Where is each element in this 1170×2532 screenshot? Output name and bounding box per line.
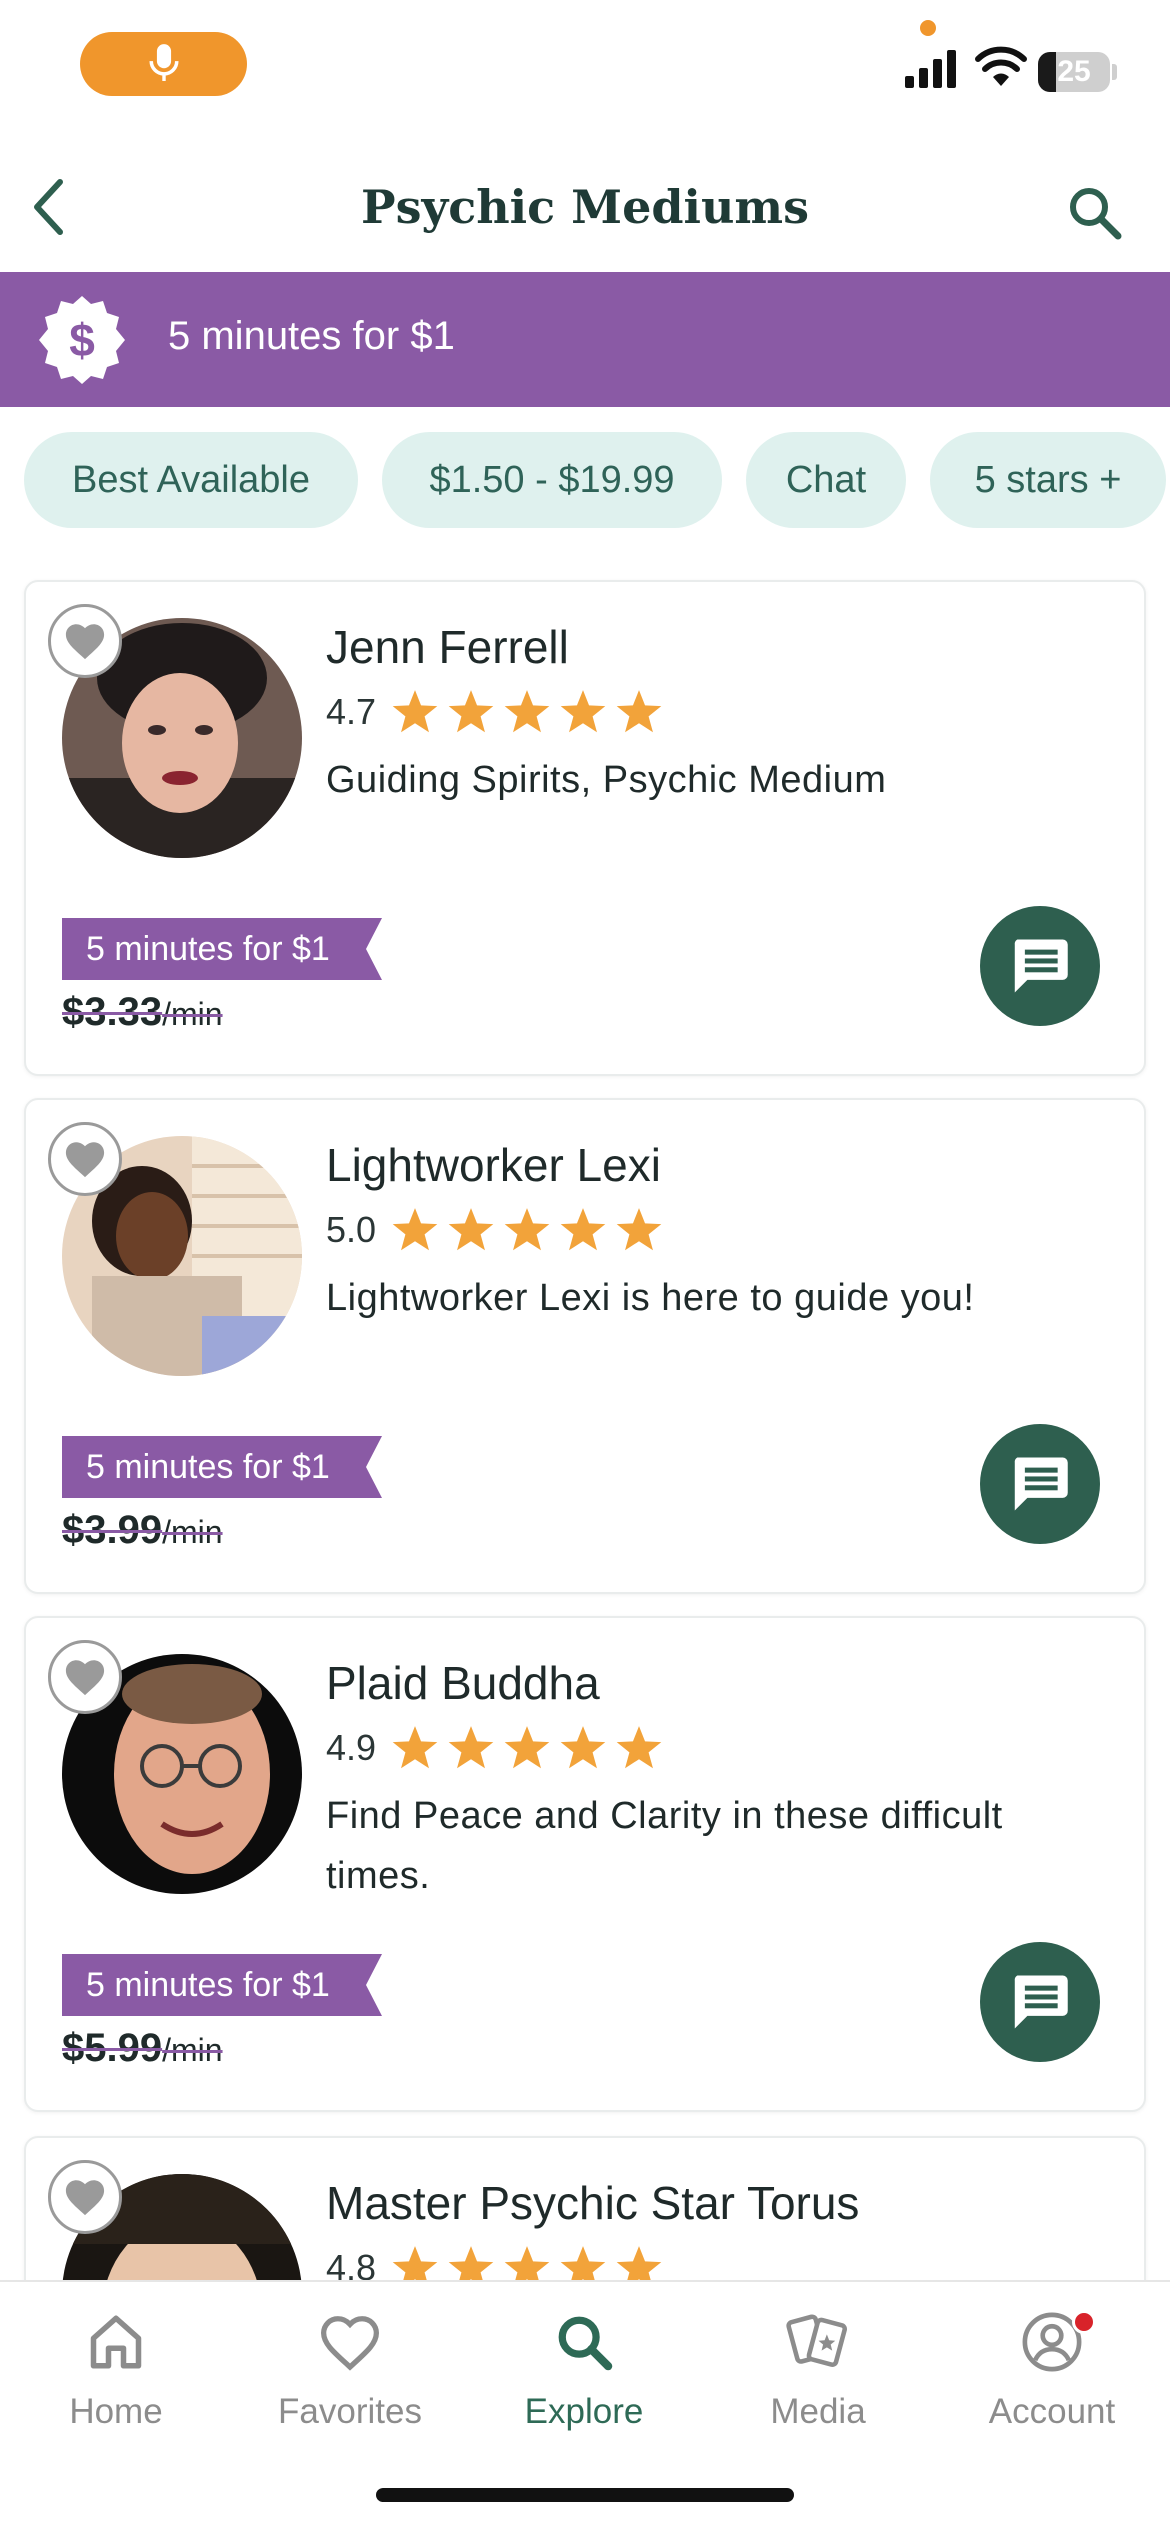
star-icon — [448, 690, 494, 733]
rating-row: 4.7 — [326, 688, 664, 736]
rating-value: 4.9 — [326, 1727, 377, 1768]
microphone-icon — [148, 44, 179, 81]
price: $3.99 /min — [62, 1508, 223, 1553]
promo-ribbon: 5 minutes for $1 — [62, 918, 382, 980]
favorite-button[interactable] — [48, 1122, 122, 1196]
header: Psychic Mediums — [0, 150, 1170, 270]
reader-card[interactable]: Lightworker Lexi 5.0 Lightworker Lexi is… — [24, 1098, 1146, 1594]
promo-ribbon: 5 minutes for $1 — [62, 1954, 382, 2016]
price-value: $5.99 — [62, 2026, 163, 2070]
rating-value: 5.0 — [326, 1209, 377, 1250]
favorite-button[interactable] — [48, 1640, 122, 1714]
chat-bubble-icon — [1014, 1457, 1068, 1511]
dollar-badge-icon: $ — [39, 296, 125, 384]
search-icon — [1070, 188, 1122, 240]
reader-name[interactable]: Jenn Ferrell — [326, 620, 569, 674]
svg-text:$: $ — [69, 314, 95, 366]
reader-card[interactable]: Jenn Ferrell 4.7 Guiding Spirits, Psychi… — [24, 580, 1146, 1076]
heart-icon — [320, 2316, 380, 2371]
reader-tagline: Lightworker Lexi is here to guide you! — [326, 1277, 975, 1319]
nav-item-media[interactable]: Media — [718, 2302, 918, 2432]
home-indicator[interactable] — [376, 2488, 794, 2502]
star-icon — [560, 1726, 606, 1769]
chat-bubble-icon — [1014, 1975, 1068, 2029]
heart-icon — [65, 1660, 105, 1696]
star-icon — [616, 690, 662, 733]
microphone-indicator[interactable] — [80, 32, 247, 96]
status-bar: 25 — [0, 0, 1170, 130]
rating-row: 5.0 — [326, 1206, 664, 1254]
nav-label: Favorites — [278, 2392, 422, 2431]
reader-tagline: Find Peace and Clarity in these difficul… — [326, 1795, 1003, 1897]
battery-level: 25 — [1057, 55, 1091, 88]
rating-row: 4.9 — [326, 1724, 664, 1772]
battery-tip — [1112, 64, 1117, 80]
reader-name[interactable]: Master Psychic Star Torus — [326, 2176, 859, 2230]
star-icon — [392, 1726, 438, 1769]
heart-icon — [65, 1142, 105, 1178]
star-icon — [560, 1208, 606, 1251]
heart-icon — [65, 2180, 105, 2216]
page-title: Psychic Mediums — [360, 180, 809, 234]
filter-chip-five-stars[interactable]: 5 stars + — [930, 432, 1166, 528]
reader-name[interactable]: Plaid Buddha — [326, 1656, 600, 1710]
notification-badge — [1072, 2310, 1096, 2334]
star-icon — [448, 1208, 494, 1251]
privacy-dot — [920, 20, 936, 36]
filter-chips: Best Available $1.50 - $19.99 Chat 5 sta… — [0, 432, 1170, 532]
price-value: $3.33 — [62, 990, 163, 1034]
star-icon — [504, 690, 550, 733]
nav-item-explore[interactable]: Explore — [484, 2302, 684, 2432]
search-button[interactable] — [1060, 178, 1130, 248]
promo-banner[interactable]: $ 5 minutes for $1 — [0, 272, 1170, 407]
battery-icon: 25 — [1038, 52, 1110, 92]
nav-label: Account — [988, 2392, 1116, 2431]
star-icon — [448, 1726, 494, 1769]
chat-button[interactable] — [980, 1424, 1100, 1544]
nav-item-favorites[interactable]: Favorites — [250, 2302, 450, 2432]
filter-chip-best-available[interactable]: Best Available — [24, 432, 358, 528]
price: $3.33 /min — [62, 990, 223, 1035]
star-icon — [392, 690, 438, 733]
chat-button[interactable] — [980, 1942, 1100, 2062]
chat-button[interactable] — [980, 906, 1100, 1026]
promo-banner-text: 5 minutes for $1 — [168, 314, 455, 358]
reader-name[interactable]: Lightworker Lexi — [326, 1138, 661, 1192]
favorite-button[interactable] — [48, 604, 122, 678]
chat-bubble-icon — [1014, 939, 1068, 993]
price-value: $3.99 — [62, 1508, 163, 1552]
nav-item-home[interactable]: Home — [16, 2302, 216, 2432]
rating-value: 4.7 — [326, 691, 377, 732]
star-icon — [504, 1726, 550, 1769]
heart-icon — [65, 624, 105, 660]
wifi-icon — [975, 46, 1027, 86]
price-unit: /min — [162, 2032, 223, 2068]
nav-label: Explore — [524, 2392, 644, 2431]
filter-chip-price-range[interactable]: $1.50 - $19.99 — [382, 432, 722, 528]
filter-chip-chat[interactable]: Chat — [746, 432, 906, 528]
price: $5.99 /min — [62, 2026, 223, 2071]
reader-card[interactable]: Plaid Buddha 4.9 Find Peace and Clarity … — [24, 1616, 1146, 2112]
home-icon — [90, 2315, 142, 2369]
price-unit: /min — [162, 996, 223, 1032]
nav-label: Media — [770, 2392, 866, 2431]
cellular-signal-icon — [905, 50, 956, 88]
nav-label: Home — [69, 2392, 163, 2431]
search-icon — [558, 2316, 613, 2371]
star-icon — [616, 1208, 662, 1251]
star-icon — [504, 1208, 550, 1251]
reader-tagline: Guiding Spirits, Psychic Medium — [326, 759, 887, 801]
favorite-button[interactable] — [48, 2160, 122, 2234]
star-icon — [392, 1208, 438, 1251]
nav-item-account[interactable]: Account — [952, 2302, 1152, 2432]
tarot-cards-icon — [786, 2314, 848, 2367]
star-icon — [560, 690, 606, 733]
promo-ribbon: 5 minutes for $1 — [62, 1436, 382, 1498]
star-icon — [616, 1726, 662, 1769]
price-unit: /min — [162, 1514, 223, 1550]
